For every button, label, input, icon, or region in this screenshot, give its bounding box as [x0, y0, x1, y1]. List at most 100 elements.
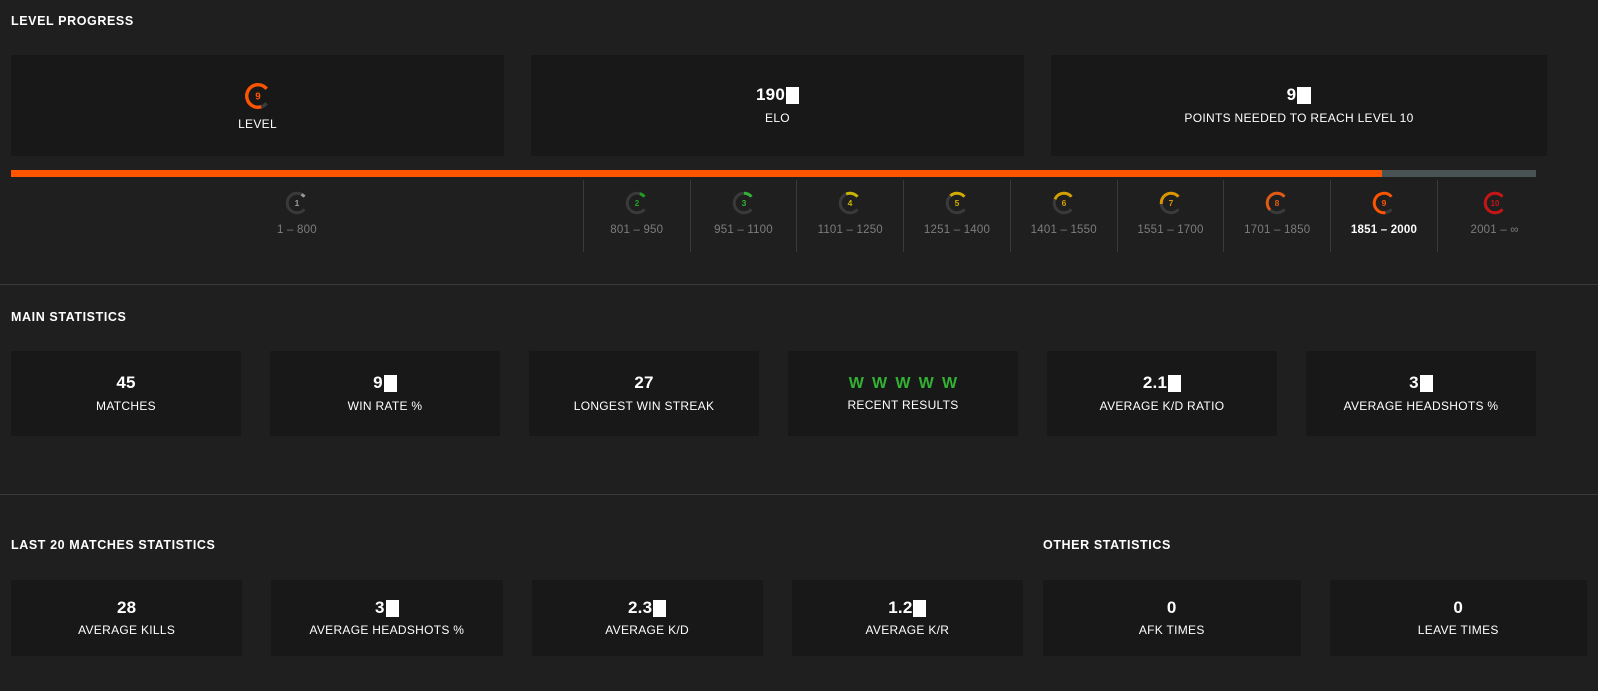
- svg-text:8: 8: [1275, 198, 1280, 208]
- elo-card-value: 190: [756, 86, 799, 105]
- avg-kd-ratio-card[interactable]: 2.1AVERAGE K/D RATIO: [1047, 351, 1277, 436]
- avg-kills-label: AVERAGE KILLS: [78, 623, 175, 637]
- level-7-elo-range: 1551 – 1700: [1137, 224, 1203, 236]
- recent-results-value: WWWWW: [849, 375, 958, 393]
- avg-headshots-20-value: 3: [375, 599, 399, 618]
- avg-kd-20-redaction-block: [653, 600, 666, 617]
- avg-kd-20-value: 2.3: [628, 599, 666, 618]
- level-scale-item-3[interactable]: 3951 – 1100: [690, 180, 797, 252]
- afk-times-value: 0: [1167, 599, 1177, 618]
- longest-win-streak-value: 27: [634, 374, 653, 393]
- recent-result-5: W: [942, 375, 957, 393]
- win-rate-value-text: 9: [373, 374, 383, 393]
- level-progress-title: LEVEL PROGRESS: [11, 14, 134, 28]
- svg-text:6: 6: [1061, 198, 1066, 208]
- faceit-stats-page: LEVEL PROGRESS 9 LEVEL 190 ELO 9 POINTS …: [0, 0, 1598, 691]
- matches-label: MATCHES: [96, 399, 156, 413]
- leave-times-label: LEAVE TIMES: [1418, 623, 1499, 637]
- avg-headshots-20-card[interactable]: 3AVERAGE HEADSHOTS %: [271, 580, 502, 656]
- recent-result-2: W: [872, 375, 887, 393]
- longest-win-streak-card[interactable]: 27LONGEST WIN STREAK: [529, 351, 759, 436]
- svg-text:10: 10: [1490, 199, 1499, 208]
- level-9-badge-icon: 9: [1371, 190, 1397, 216]
- level-9-elo-range: 1851 – 2000: [1351, 224, 1417, 236]
- avg-kd-20-label: AVERAGE K/D: [605, 623, 689, 637]
- svg-text:7: 7: [1168, 198, 1173, 208]
- afk-times-card[interactable]: 0 AFK TIMES: [1043, 580, 1301, 656]
- points-needed-value: 9: [1287, 86, 1312, 105]
- leave-times-value: 0: [1453, 599, 1463, 618]
- elo-value-text: 190: [756, 86, 785, 105]
- recent-results-list: WWWWW: [849, 375, 958, 393]
- matches-value-text: 45: [116, 374, 135, 393]
- avg-kr-20-label: AVERAGE K/R: [865, 623, 949, 637]
- level-card[interactable]: 9 LEVEL: [11, 55, 504, 156]
- win-rate-label: WIN RATE %: [348, 399, 423, 413]
- section-divider: [0, 494, 1598, 495]
- elo-redaction-block: [786, 87, 799, 104]
- level-scale-item-5[interactable]: 51251 – 1400: [903, 180, 1010, 252]
- longest-win-streak-value-text: 27: [634, 374, 653, 393]
- level-3-badge-icon: 3: [731, 190, 757, 216]
- level-scale-item-1[interactable]: 11 – 800: [11, 180, 583, 252]
- level-2-badge-icon: 2: [624, 190, 650, 216]
- win-rate-card[interactable]: 9 WIN RATE %: [270, 351, 500, 436]
- points-needed-card[interactable]: 9 POINTS NEEDED TO REACH LEVEL 10: [1051, 55, 1547, 156]
- level-scale-item-4[interactable]: 41101 – 1250: [796, 180, 903, 252]
- avg-kr-20-redaction-block: [913, 600, 926, 617]
- level-scale-item-2[interactable]: 2 801 – 950: [583, 180, 690, 252]
- avg-kd-20-card[interactable]: 2.3 AVERAGE K/D: [532, 580, 763, 656]
- afk-times-label: AFK TIMES: [1139, 623, 1205, 637]
- recent-results-label: RECENT RESULTS: [847, 398, 958, 412]
- avg-headshots-value: 3: [1409, 374, 1433, 393]
- recent-result-3: W: [895, 375, 910, 393]
- avg-headshots-label: AVERAGE HEADSHOTS %: [1344, 399, 1499, 413]
- svg-text:4: 4: [848, 198, 853, 208]
- points-needed-redaction-block: [1297, 87, 1311, 104]
- level-7-badge-icon: 7: [1158, 190, 1184, 216]
- level-scale-item-10[interactable]: 102001 – ∞: [1437, 180, 1551, 252]
- avg-kd-ratio-redaction-block: [1168, 375, 1181, 392]
- elo-card[interactable]: 190 ELO: [531, 55, 1024, 156]
- svg-text:2: 2: [634, 198, 639, 208]
- avg-kr-20-card[interactable]: 1.2 AVERAGE K/R: [792, 580, 1023, 656]
- avg-headshots-card[interactable]: 3 AVERAGE HEADSHOTS %: [1306, 351, 1536, 436]
- avg-kr-20-value: 1.2: [888, 599, 926, 618]
- avg-kills-value: 28: [117, 599, 136, 618]
- afk-times-value-text: 0: [1167, 599, 1177, 618]
- section-divider: [0, 284, 1598, 285]
- recent-result-4: W: [919, 375, 934, 393]
- svg-text:9: 9: [1382, 198, 1387, 208]
- points-needed-text: 9: [1287, 86, 1297, 105]
- other-statistics-title: OTHER STATISTICS: [1043, 538, 1171, 552]
- avg-kills-card[interactable]: 28 AVERAGE KILLS: [11, 580, 242, 656]
- level-1-badge-icon: 1: [284, 190, 310, 216]
- level-progress-bar-fill: [11, 170, 1382, 177]
- avg-headshots-20-redaction-block: [386, 600, 399, 617]
- main-statistics-title: MAIN STATISTICS: [11, 310, 126, 324]
- avg-headshots-redaction-block: [1420, 375, 1433, 392]
- level-scale: 11 – 800 2 801 – 950 3951 – 110041101 – 125…: [11, 180, 1536, 252]
- avg-kr-20-value-text: 1.2: [888, 599, 912, 618]
- matches-card[interactable]: 45 MATCHES: [11, 351, 241, 436]
- win-rate-value: 9: [373, 374, 397, 393]
- points-needed-label: POINTS NEEDED TO REACH LEVEL 10: [1184, 111, 1413, 125]
- level-4-badge-icon: 4: [837, 190, 863, 216]
- level-scale-item-8[interactable]: 8 1701 – 1850: [1223, 180, 1330, 252]
- last-20-matches-title: LAST 20 MATCHES STATISTICS: [11, 538, 216, 552]
- level-6-badge-icon: 6: [1051, 190, 1077, 216]
- other-statistics-cards: 0 AFK TIMES 0 LEAVE TIMES: [1043, 580, 1587, 656]
- level-2-elo-range: 801 – 950: [610, 224, 663, 236]
- recent-results-card[interactable]: WWWWW RECENT RESULTS: [788, 351, 1018, 436]
- leave-times-card[interactable]: 0 LEAVE TIMES: [1330, 580, 1588, 656]
- level-scale-item-6[interactable]: 61401 – 1550: [1010, 180, 1117, 252]
- level-scale-item-7[interactable]: 7 1551 – 1700: [1117, 180, 1224, 252]
- matches-value: 45: [116, 374, 135, 393]
- avg-kd-ratio-label: AVERAGE K/D RATIO: [1100, 399, 1225, 413]
- level-progress-cards: 9 LEVEL 190 ELO 9 POINTS NEEDED TO REACH…: [0, 55, 1598, 156]
- level-5-elo-range: 1251 – 1400: [924, 224, 990, 236]
- level-8-elo-range: 1701 – 1850: [1244, 224, 1310, 236]
- level-scale-item-9[interactable]: 9 1851 – 2000: [1330, 180, 1437, 252]
- avg-headshots-value-text: 3: [1409, 374, 1419, 393]
- level-badge-icon: 9: [243, 81, 273, 111]
